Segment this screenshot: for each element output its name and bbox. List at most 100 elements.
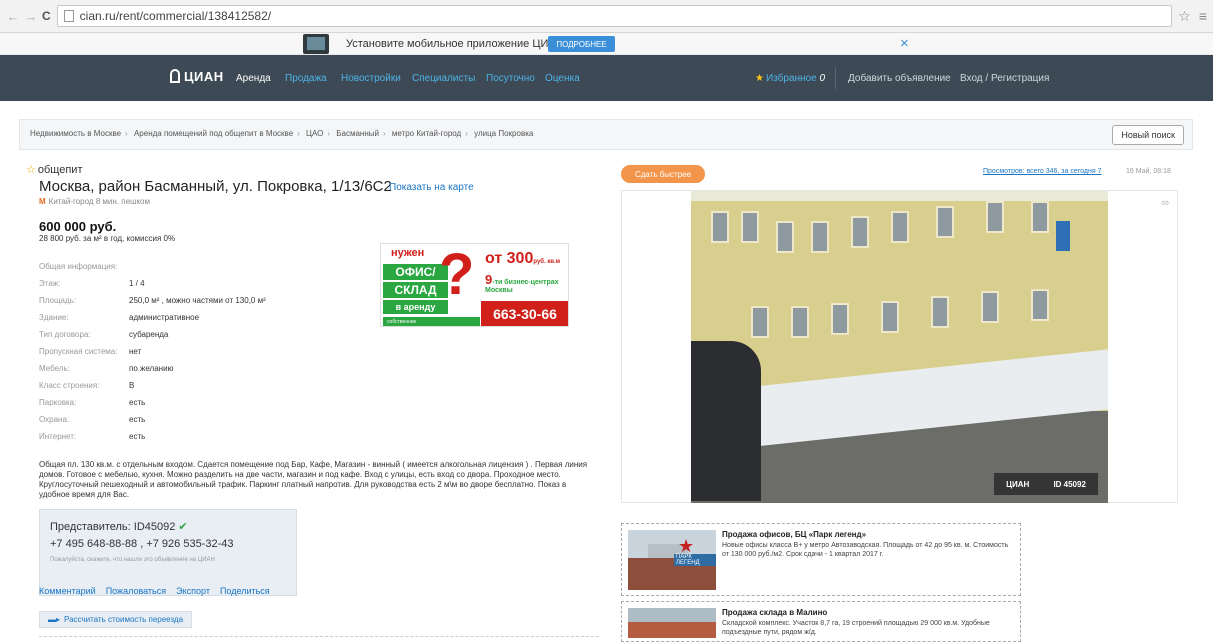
listing-date: 16 Май, 08:18 [1126,168,1171,175]
complain-link[interactable]: Пожаловаться [106,586,166,596]
representative-box: Представитель: ID45092 ✔ +7 495 648-88-88… [39,509,297,596]
prop-label: Этаж: [39,279,61,288]
breadcrumb-item[interactable]: Аренда помещений под общепит в Москве [134,129,293,138]
main-nav: ЦИАН Аренда Продажа Новостройки Специали… [0,55,1213,101]
breadcrumb-bar: Недвижимость в Москве › Аренда помещений … [19,119,1193,150]
breadcrumb: Недвижимость в Москве › Аренда помещений … [30,129,534,138]
star-icon[interactable]: ☆ [26,164,36,176]
prop-value: 250,0 м² , можно частями от 130,0 м² [129,296,266,305]
phone-icon [303,34,329,54]
ad-desc: Складской комплекс. Участок 8,7 га, 19 с… [722,620,990,636]
add-listing-link[interactable]: Добавить объявление [848,73,951,84]
price-details: 28 800 руб. за м² в год, комиссия 0% [39,234,176,243]
forward-icon[interactable]: → [24,9,38,24]
show-on-map-link[interactable]: Показать на карте [389,182,474,193]
ad-card[interactable]: Продажа склада в Малино Складской компле… [621,601,1021,642]
rep-title: Представитель: ID45092 ✔ [50,521,188,533]
metro-icon: M [39,197,46,206]
listing-actions: Комментарий Пожаловаться Экспорт Поделит… [39,586,270,596]
nav-item-newbuild[interactable]: Новостройки [341,73,401,84]
question-mark-icon: ? [439,243,475,307]
prop-label: Здание: [39,313,69,322]
ad-title[interactable]: Продажа склада в Малино [722,608,827,617]
cian-logo[interactable]: ЦИАН [170,69,224,84]
favorites-count: 0 [819,73,825,84]
breadcrumb-item[interactable]: улица Покровка [474,129,533,138]
truck-icon: ▬▸ [48,615,61,624]
ad-card[interactable]: ★ ПАРК ЛЕГЕНД Продажа офисов, БЦ «Парк ле… [621,523,1021,596]
url-text: cian.ru/rent/commercial/138412582/ [79,9,272,23]
prop-label: Парковка: [39,398,77,407]
prop-label: Мебель: [39,364,70,373]
star-icon: ★ [755,73,764,84]
link-icon[interactable]: ∞ [1161,197,1169,209]
rep-note: Пожалуйста, скажите, что нашли это объяв… [50,557,215,563]
prop-label: Общая информация: [39,262,118,271]
ad-bc-text: 9-ти бизнес-центрах Москвы [485,272,559,294]
office-ad-banner[interactable]: нужен ОФИС/ СКЛАД в аренду ? от 300руб. … [380,243,569,327]
login-link[interactable]: Вход / Регистрация [960,73,1049,84]
ad-phone: 663-30-66 [481,301,568,326]
browser-toolbar: ← → C cian.ru/rent/commercial/138412582/… [0,0,1213,33]
ad-owner: собственник [383,317,480,326]
prop-label: Тип договора: [39,330,91,339]
nav-item-daily[interactable]: Посуточно [486,73,535,84]
nav-item-specialists[interactable]: Специалисты [412,73,475,84]
promo-more-button[interactable]: ПОДРОБНЕЕ [548,36,615,52]
ad-desc: Новые офисы класса B+ у метро Автозаводс… [722,542,1009,558]
views-count[interactable]: Просмотров: всего 346, за сегодня 7 [983,168,1101,175]
prop-value: есть [129,398,146,407]
prop-label: Пропускная система: [39,347,118,356]
breadcrumb-item[interactable]: метро Китай-город [392,129,461,138]
photo-watermark: ЦИАН ID 45092 [994,473,1098,495]
nav-item-valuation[interactable]: Оценка [545,73,580,84]
prop-label: Площадь: [39,296,77,305]
breadcrumb-item[interactable]: ЦАО [306,129,323,138]
ad-title[interactable]: Продажа офисов, БЦ «Парк легенд» [722,530,866,539]
prop-label: Класс строения: [39,381,100,390]
ad-thumbnail [628,608,716,638]
rent-faster-button[interactable]: Сдать быстрее [621,165,705,183]
nav-item-rent[interactable]: Аренда [236,73,271,84]
road-sign [1056,221,1070,251]
comment-link[interactable]: Комментарий [39,586,96,596]
listing-category: ☆ общепит [26,164,83,176]
reload-icon[interactable]: C [42,9,51,23]
verified-icon: ✔ [178,521,188,533]
prop-value: субаренда [129,330,169,339]
ad-from-price: от 300руб. кв.м [485,250,561,267]
new-search-button[interactable]: Новый поиск [1112,125,1184,145]
metro-info: M Китай-город 8 мин. пешком [39,197,151,206]
address-bar[interactable]: cian.ru/rent/commercial/138412582/ [56,5,1173,27]
nav-item-sale[interactable]: Продажа [285,73,327,84]
prop-value: по желанию [129,364,174,373]
divider [39,636,599,637]
prop-value: есть [129,415,146,424]
ad-need: нужен [391,247,425,259]
close-icon[interactable]: × [900,35,909,52]
prop-value: B [129,381,135,390]
app-promo-bar: Установите мобильное приложение ЦИАН ПОД… [0,33,1213,55]
price: 600 000 руб. [39,219,117,234]
breadcrumb-item[interactable]: Недвижимость в Москве [30,129,121,138]
menu-icon[interactable]: ≡ [1199,8,1207,25]
share-link[interactable]: Поделиться [220,586,270,596]
nav-divider [835,67,836,89]
photo-gallery[interactable]: ЦИАН ID 45092 ∞ [621,190,1178,503]
prop-label: Охрана: [39,415,70,424]
promo-text: Установите мобильное приложение ЦИАН [346,38,564,50]
page-icon [63,10,74,22]
car [691,341,761,501]
prop-label: Интернет: [39,432,77,441]
ad-thumbnail: ★ ПАРК ЛЕГЕНД [628,530,716,590]
breadcrumb-item[interactable]: Басманный [336,129,379,138]
listing-photo[interactable]: ЦИАН ID 45092 [691,191,1108,503]
rep-phones[interactable]: +7 495 648-88-88 , +7 926 535-32-43 [50,538,233,550]
export-link[interactable]: Экспорт [176,586,210,596]
moving-cost-button[interactable]: ▬▸ Рассчитать стоимость переезда [39,611,193,628]
favorites-link[interactable]: ★ Избранное 0 [755,73,825,84]
bookmark-star-icon[interactable]: ☆ [1178,8,1191,25]
prop-value: 1 / 4 [129,279,145,288]
logo-mark-icon [170,69,180,83]
back-icon[interactable]: ← [6,9,20,24]
